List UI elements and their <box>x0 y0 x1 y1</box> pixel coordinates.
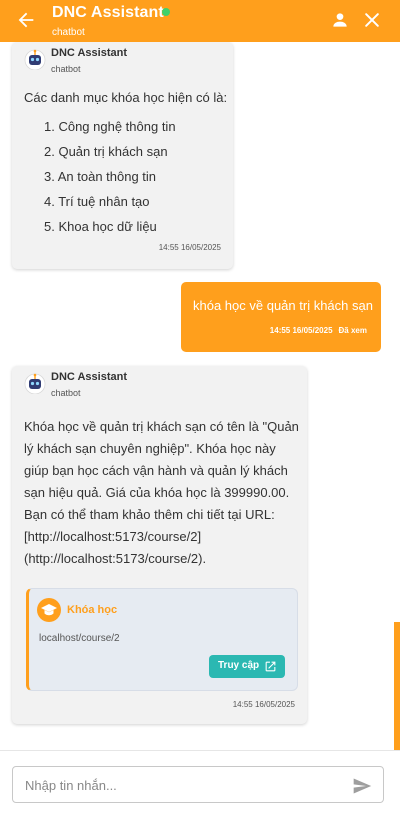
chat-header: DNC Assistant chatbot <box>0 0 400 42</box>
close-icon[interactable] <box>362 10 382 30</box>
robot-avatar-icon <box>24 49 46 70</box>
message-input[interactable] <box>23 775 327 795</box>
access-course-button[interactable]: Truy cập <box>209 655 285 678</box>
chat-widget: DNC Assistant chatbot DNC Assistant chat… <box>0 0 400 816</box>
category-list: 1. Công nghệ thông tin 2. Quản trị khách… <box>44 118 176 243</box>
course-card-title: Khóa học <box>67 604 118 616</box>
user-message: khóa học về quản trị khách sạn 14:55 16/… <box>181 282 381 352</box>
message-line: Bạn có thể tham khảo thêm chi tiết tại U… <box>24 507 275 522</box>
message-timestamp: 14:55 16/05/2025 <box>158 243 221 252</box>
message-line: (http://localhost:5173/course/2). <box>24 551 207 566</box>
message-intro: Các danh mục khóa học hiện có là: <box>24 90 228 105</box>
course-icon-badge <box>37 598 61 622</box>
sender-name: DNC Assistant <box>51 47 127 59</box>
message-line: [http://localhost:5173/course/2] <box>24 529 202 544</box>
message-line: lý khách sạn chuyên nghiệp". Khóa học nà… <box>24 441 276 456</box>
message-timestamp: 14:55 16/05/2025 <box>269 326 333 335</box>
bot-message: DNC Assistant chatbot Khóa học về quản t… <box>12 366 307 724</box>
bot-message: DNC Assistant chatbot Các danh mục khóa … <box>12 42 233 269</box>
sender-role: chatbot <box>51 388 81 398</box>
access-button-label: Truy cập <box>218 660 260 671</box>
user-message-text: khóa học về quản trị khách sạn <box>193 298 373 313</box>
read-status: Đã xem <box>338 326 367 335</box>
person-icon[interactable] <box>330 10 350 30</box>
chat-title: DNC Assistant <box>52 4 164 21</box>
course-card-url: localhost/course/2 <box>39 633 120 644</box>
send-icon[interactable] <box>352 776 372 796</box>
list-item: 3. An toàn thông tin <box>44 169 157 184</box>
chat-subtitle: chatbot <box>52 27 85 38</box>
sender-role: chatbot <box>51 64 81 74</box>
sender-name: DNC Assistant <box>51 371 127 383</box>
message-line: Khóa học về quản trị khách sạn có tên là… <box>24 419 299 434</box>
message-meta: 14:55 16/05/2025 Đã xem <box>270 326 367 335</box>
scrollbar-thumb[interactable] <box>394 622 400 750</box>
message-timestamp: 14:55 16/05/2025 <box>232 700 295 709</box>
message-list[interactable]: DNC Assistant chatbot Các danh mục khóa … <box>0 42 400 750</box>
list-item: 1. Công nghệ thông tin <box>44 119 176 134</box>
course-card: Khóa học localhost/course/2 Truy cập <box>26 588 298 691</box>
back-arrow-icon[interactable] <box>15 9 37 31</box>
message-body: Khóa học về quản trị khách sạn có tên là… <box>24 416 299 570</box>
list-item: 5. Khoa học dữ liệu <box>44 219 157 234</box>
list-item: 2. Quản trị khách sạn <box>44 144 168 159</box>
graduation-cap-icon <box>41 604 57 616</box>
list-item: 4. Trí tuệ nhân tạo <box>44 194 150 209</box>
message-input-box[interactable] <box>12 766 384 803</box>
external-link-icon <box>265 661 276 672</box>
robot-avatar-icon <box>24 373 46 394</box>
online-status-dot <box>162 8 170 16</box>
message-line: sạn hiệu quả. Giá của khóa học là 399990… <box>24 485 290 500</box>
composer <box>0 750 400 816</box>
message-line: giúp bạn học cách vận hành và quản lý kh… <box>24 463 288 478</box>
